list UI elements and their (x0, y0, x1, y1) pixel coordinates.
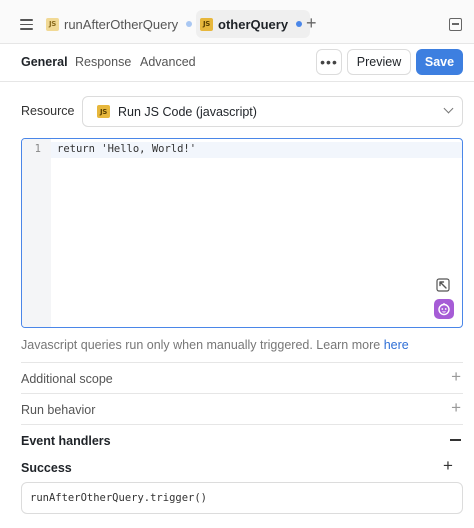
success-label: Success (21, 461, 72, 475)
help-text: Javascript queries run only when manuall… (21, 338, 409, 352)
tab-label: runAfterOtherQuery (64, 16, 179, 32)
menu-icon[interactable] (20, 19, 33, 30)
run-behavior-section[interactable]: Run behavior + (21, 393, 463, 424)
resource-select[interactable]: JS Run JS Code (javascript) (82, 96, 463, 127)
collapse-panel-icon[interactable] (449, 18, 462, 31)
js-icon: JS (97, 105, 110, 118)
resource-value: Run JS Code (javascript) (118, 104, 257, 119)
query-tab-bar: JS runAfterOtherQuery JS otherQuery + (0, 0, 474, 44)
section-label: Run behavior (21, 403, 96, 417)
chevron-down-icon (443, 103, 454, 114)
add-tab-icon[interactable]: + (306, 14, 317, 32)
tab-advanced[interactable]: Advanced (140, 55, 196, 69)
code-line[interactable]: return 'Hello, World!' (57, 143, 196, 155)
tab-response[interactable]: Response (75, 55, 131, 69)
ai-assist-icon[interactable] (434, 299, 454, 319)
plus-icon[interactable]: + (451, 368, 461, 386)
minus-icon[interactable] (450, 439, 461, 441)
event-handlers-section[interactable]: Event handlers (21, 424, 463, 455)
tab-general[interactable]: General (21, 55, 68, 69)
line-number: 1 (34, 143, 41, 155)
js-icon: JS (200, 17, 213, 31)
event-handler-item[interactable]: runAfterOtherQuery.trigger() (21, 482, 463, 514)
handler-text: runAfterOtherQuery.trigger() (30, 492, 208, 504)
preview-button[interactable]: Preview (347, 49, 411, 75)
tab-other-query[interactable]: JS otherQuery (196, 10, 311, 38)
learn-more-link[interactable]: here (384, 338, 409, 352)
more-options-button[interactable]: ••• (316, 49, 342, 75)
js-icon: JS (46, 17, 59, 31)
editor-gutter: 1 (22, 139, 51, 327)
resource-label: Resource (21, 104, 75, 118)
additional-scope-section[interactable]: Additional scope + (21, 362, 463, 393)
add-handler-icon[interactable]: + (443, 457, 453, 475)
save-button[interactable]: Save (416, 49, 463, 75)
unsaved-dot-icon (186, 21, 193, 27)
tab-label: otherQuery (218, 16, 289, 32)
section-label: Event handlers (21, 434, 111, 448)
unsaved-dot-icon (296, 21, 303, 27)
code-editor[interactable]: 1 return 'Hello, World!' (21, 138, 463, 328)
tab-run-after-other-query[interactable]: JS runAfterOtherQuery (46, 10, 193, 38)
expand-editor-icon[interactable] (436, 278, 450, 292)
plus-icon[interactable]: + (451, 399, 461, 417)
query-toolbar: General Response Advanced ••• Preview Sa… (0, 44, 474, 82)
section-label: Additional scope (21, 372, 113, 386)
